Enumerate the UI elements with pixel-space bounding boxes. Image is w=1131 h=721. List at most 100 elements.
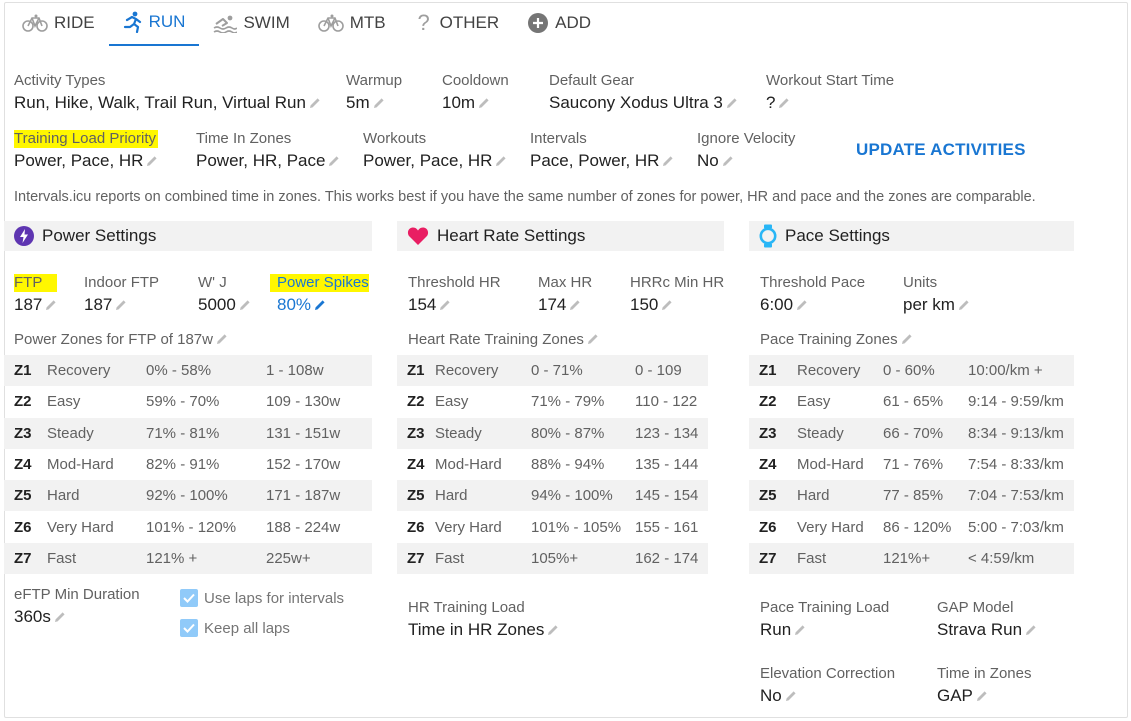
- threshold-hr-field[interactable]: Threshold HR 154: [408, 274, 501, 316]
- ignore-velocity-field[interactable]: Ignore Velocity No: [697, 130, 795, 172]
- pace-training-load-field[interactable]: Pace Training Load Run: [760, 599, 889, 641]
- gap-model-field[interactable]: GAP Model Strava Run: [937, 599, 1037, 641]
- workouts-value: Power, Pace, HR: [363, 151, 493, 170]
- update-activities-button[interactable]: UPDATE ACTIVITIES: [856, 140, 1026, 160]
- zone-id: Z5: [749, 480, 797, 512]
- ftp-field[interactable]: FTP 187: [14, 274, 58, 316]
- zone-row: Z6 Very Hard 86 - 120% 5:00 - 7:03/km: [749, 511, 1074, 542]
- workouts-label: Workouts: [363, 130, 427, 147]
- pencil-icon[interactable]: [722, 155, 734, 167]
- power-zones-title[interactable]: Power Zones for FTP of 187w: [14, 331, 228, 349]
- pencil-icon[interactable]: [547, 624, 559, 636]
- indoor-ftp-field[interactable]: Indoor FTP 187: [84, 274, 159, 316]
- workouts-field[interactable]: Workouts Power, Pace, HR: [363, 130, 507, 172]
- pencil-icon[interactable]: [314, 299, 326, 311]
- zone-percent: 105%+: [531, 542, 635, 575]
- pencil-icon[interactable]: [726, 97, 738, 109]
- pencil-icon[interactable]: [794, 624, 806, 636]
- zone-id: Z2: [759, 393, 777, 411]
- warmup-field[interactable]: Warmup 5m: [346, 72, 402, 114]
- pace-time-in-zones-field[interactable]: Time in Zones GAP: [937, 665, 1031, 707]
- pencil-icon[interactable]: [54, 611, 66, 623]
- zone-percent: 80% - 87%: [531, 417, 635, 449]
- pencil-icon[interactable]: [785, 690, 797, 702]
- keep-all-laps-checkbox[interactable]: Keep all laps: [180, 619, 290, 637]
- pencil-icon[interactable]: [958, 299, 970, 311]
- tab-mtb[interactable]: MTB: [304, 0, 400, 46]
- pace-zones-title[interactable]: Pace Training Zones: [760, 331, 913, 349]
- tab-run[interactable]: RUN: [108, 0, 200, 46]
- pencil-icon[interactable]: [115, 299, 127, 311]
- pencil-icon[interactable]: [495, 155, 507, 167]
- pencil-icon[interactable]: [439, 299, 451, 311]
- hr-training-load-field[interactable]: HR Training Load Time in HR Zones: [408, 599, 559, 641]
- units-field[interactable]: Units per km: [903, 274, 970, 316]
- pencil-icon[interactable]: [309, 97, 321, 109]
- power-spikes-field[interactable]: Power Spikes 80%: [270, 274, 369, 316]
- watch-icon: [759, 224, 777, 248]
- pace-time-in-zones-value: GAP: [937, 686, 973, 705]
- threshold-pace-field[interactable]: Threshold Pace 6:00: [760, 274, 865, 316]
- default-gear-field[interactable]: Default Gear Saucony Xodus Ultra 3: [549, 72, 738, 114]
- zone-range: 123 - 134: [635, 417, 708, 449]
- max-hr-field[interactable]: Max HR 174: [538, 274, 592, 316]
- ignore-velocity-value: No: [697, 151, 719, 170]
- zone-range: 135 - 144: [635, 456, 699, 474]
- zone-percent: 71% - 79%: [531, 393, 605, 411]
- pencil-icon[interactable]: [569, 299, 581, 311]
- pencil-icon[interactable]: [587, 333, 599, 345]
- pace-zones-title-text: Pace Training Zones: [760, 331, 898, 348]
- zone-row: Z4 Mod-Hard 82% - 91% 152 - 170w: [4, 449, 372, 480]
- pencil-icon[interactable]: [976, 690, 988, 702]
- eftp-min-duration-field[interactable]: eFTP Min Duration 360s: [14, 586, 140, 628]
- wj-field[interactable]: W' J 5000: [198, 274, 251, 316]
- pencil-icon[interactable]: [328, 155, 340, 167]
- tab-run-label: RUN: [148, 12, 186, 31]
- tab-add[interactable]: ADD: [513, 0, 605, 46]
- zone-row: Z3 Steady 71% - 81% 131 - 151w: [4, 417, 372, 449]
- pencil-icon[interactable]: [796, 299, 808, 311]
- zone-percent: 59% - 70%: [146, 393, 220, 411]
- pencil-icon[interactable]: [662, 155, 674, 167]
- threshold-hr-label: Threshold HR: [408, 274, 501, 291]
- checkbox-checked-icon[interactable]: [180, 619, 198, 637]
- zone-range: 1 - 108w: [266, 355, 372, 387]
- pencil-icon[interactable]: [1025, 624, 1037, 636]
- zone-name: Very Hard: [47, 518, 114, 536]
- zone-name: Very Hard: [797, 518, 864, 536]
- tab-ride[interactable]: RIDE: [8, 0, 109, 46]
- use-laps-checkbox[interactable]: Use laps for intervals: [180, 589, 344, 607]
- tab-other[interactable]: ? OTHER: [400, 0, 514, 46]
- checkbox-checked-icon[interactable]: [180, 589, 198, 607]
- zone-id: Z3: [397, 417, 435, 449]
- pencil-icon[interactable]: [239, 299, 251, 311]
- pencil-icon[interactable]: [373, 97, 385, 109]
- tab-swim-label: SWIM: [243, 13, 290, 32]
- elevation-correction-field[interactable]: Elevation Correction No: [760, 665, 895, 707]
- pencil-icon[interactable]: [661, 299, 673, 311]
- pencil-icon[interactable]: [778, 97, 790, 109]
- cooldown-field[interactable]: Cooldown 10m: [442, 72, 509, 114]
- workout-start-time-label: Workout Start Time: [766, 72, 895, 89]
- activity-types-field[interactable]: Activity Types Run, Hike, Walk, Trail Ru…: [14, 72, 321, 114]
- time-in-zones-field[interactable]: Time In Zones Power, HR, Pace: [196, 130, 340, 172]
- zone-range: 152 - 170w: [266, 456, 341, 474]
- pencil-icon[interactable]: [216, 333, 228, 345]
- training-load-priority-field[interactable]: Training Load Priority Power, Pace, HR: [14, 130, 159, 172]
- hr-zones-title[interactable]: Heart Rate Training Zones: [408, 331, 599, 349]
- pencil-icon[interactable]: [45, 299, 57, 311]
- hrrc-min-hr-field[interactable]: HRRc Min HR 150: [630, 274, 724, 316]
- zone-row: Z7 Fast 105%+ 162 - 174: [397, 542, 708, 575]
- zone-id: Z6: [407, 518, 425, 536]
- zone-id: Z7: [4, 542, 47, 575]
- workout-start-time-field[interactable]: Workout Start Time ?: [766, 72, 894, 114]
- pencil-icon[interactable]: [901, 333, 913, 345]
- zone-percent: 101% - 105%: [531, 518, 622, 536]
- zone-row: Z2 Easy 59% - 70% 109 - 130w: [4, 386, 372, 417]
- pencil-icon[interactable]: [146, 155, 158, 167]
- pencil-icon[interactable]: [478, 97, 490, 109]
- heart-rate-settings-header: Heart Rate Settings: [397, 221, 724, 251]
- tab-swim[interactable]: SWIM: [199, 0, 303, 46]
- intervals-field[interactable]: Intervals Pace, Power, HR: [530, 130, 674, 172]
- swimmer-icon: [214, 15, 238, 33]
